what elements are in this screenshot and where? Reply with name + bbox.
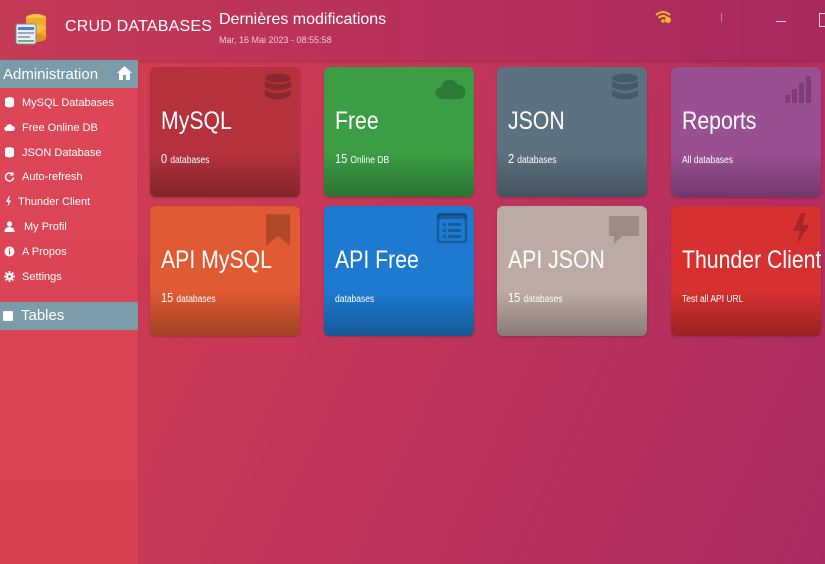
tile-title: JSON — [508, 107, 565, 135]
tile-subtitle: 15 databases — [161, 290, 216, 305]
sidebar-item-label: JSON Database — [22, 146, 102, 159]
tile-json[interactable]: JSON 2 databases — [497, 67, 647, 197]
cloud-icon — [435, 79, 466, 100]
app-title: CRUD DATABASES — [65, 18, 213, 35]
bookmark-icon — [266, 214, 290, 246]
sidebar: Administration MySQL Databases Free Onli… — [0, 60, 139, 564]
database-icon — [265, 73, 291, 100]
sidebar-item-label: Thunder Client — [18, 196, 91, 209]
sidebar-item-json-database[interactable]: JSON Database — [0, 141, 138, 166]
tile-count: 15 — [335, 151, 348, 166]
sidebar-item-thunder-client[interactable]: Thunder Client — [0, 190, 138, 215]
sidebar-item-label: MySQL Databases — [22, 97, 114, 109]
tile-title: API Free — [335, 246, 419, 274]
bolt-icon — [793, 213, 809, 245]
tile-unit: databases — [517, 155, 557, 166]
tile-subtitle: 15 Online DB — [335, 151, 389, 166]
tile-subtitle: 15 databases — [508, 290, 563, 305]
bolt-icon — [6, 196, 11, 208]
wifi-icon[interactable] — [654, 9, 672, 25]
administration-header[interactable]: Administration — [0, 60, 138, 88]
tile-api-json[interactable]: API JSON 15 databases — [497, 206, 647, 336]
sidebar-item-label: My Profil — [24, 220, 67, 233]
tile-subtitle: 2 databases — [508, 151, 556, 166]
tile-unit: databases — [335, 294, 375, 305]
page-title: Dernières modifications — [219, 11, 387, 28]
tables-title: Tables — [21, 307, 65, 324]
title-bar: CRUD DATABASES Dernières modifications M… — [0, 0, 825, 60]
tile-unit: databases — [523, 294, 563, 305]
sidebar-item-settings[interactable]: Settings — [0, 265, 138, 290]
tile-count: 0 — [161, 151, 168, 166]
tile-title: API MySQL — [161, 246, 273, 274]
tile-unit: Online DB — [350, 155, 390, 166]
tile-title: API JSON — [508, 246, 605, 274]
minimize-button[interactable] — [773, 12, 789, 26]
tile-free[interactable]: Free 15 Online DB — [324, 67, 474, 197]
tile-thunder-client[interactable]: Thunder Client Test all API URL — [671, 206, 821, 336]
tile-title: Free — [335, 107, 379, 135]
tile-unit: databases — [176, 294, 216, 305]
database-icon — [5, 146, 14, 158]
sidebar-item-auto-refresh[interactable]: Auto-refresh — [0, 165, 138, 190]
tile-subtitle: All databases — [682, 151, 733, 166]
sidebar-item-mysql-databases[interactable]: MySQL Databases — [0, 91, 138, 116]
square-icon — [3, 311, 13, 321]
tile-mysql[interactable]: MySQL 0 databases — [150, 67, 300, 197]
gear-icon — [4, 270, 15, 282]
tile-subtitle: 0 databases — [161, 151, 209, 166]
maximize-button[interactable] — [819, 13, 825, 27]
sidebar-item-label: Auto-refresh — [22, 171, 83, 184]
tile-api-free[interactable]: API Free databases — [324, 206, 474, 336]
sidebar-item-label: Free Online DB — [22, 121, 98, 134]
database-icon — [5, 97, 14, 108]
bar-chart-icon — [785, 76, 811, 103]
last-modified-timestamp: Mar, 16 Mai 2023 - 08:55:58 — [219, 35, 332, 45]
database-icon — [612, 73, 638, 100]
sidebar-item-label: Settings — [22, 270, 62, 283]
user-icon — [4, 221, 15, 232]
list-icon — [436, 212, 468, 244]
sidebar-item-a-propos[interactable]: A Propos — [0, 240, 138, 265]
cloud-icon — [4, 123, 15, 131]
tile-title: Reports — [682, 107, 757, 135]
tile-unit: databases — [170, 155, 210, 166]
separator-icon — [721, 13, 722, 22]
app-logo-icon — [15, 14, 46, 45]
tile-subtitle: databases — [335, 290, 374, 305]
comment-icon — [609, 216, 639, 244]
tile-count: 15 — [508, 290, 521, 305]
tile-unit: Test all API URL — [682, 294, 744, 305]
tables-header[interactable]: Tables — [0, 302, 138, 330]
tile-title: MySQL — [161, 107, 232, 135]
tile-subtitle: Test all API URL — [682, 290, 743, 305]
tile-reports[interactable]: Reports All databases — [671, 67, 821, 197]
tile-unit: All databases — [682, 155, 734, 166]
info-icon — [4, 246, 15, 257]
administration-title: Administration — [3, 65, 99, 83]
tile-count: 15 — [161, 290, 174, 305]
tile-title: Thunder Client — [682, 246, 821, 274]
admin-menu: MySQL Databases Free Online DB JSON Data… — [0, 91, 138, 289]
sidebar-item-my-profil[interactable]: My Profil — [0, 215, 138, 240]
sidebar-item-free-online-db[interactable]: Free Online DB — [0, 116, 138, 141]
refresh-icon — [4, 171, 15, 183]
tile-count: 2 — [508, 151, 515, 166]
tile-api-mysql[interactable]: API MySQL 15 databases — [150, 206, 300, 336]
home-icon[interactable] — [117, 66, 132, 80]
sidebar-item-label: A Propos — [22, 245, 67, 258]
